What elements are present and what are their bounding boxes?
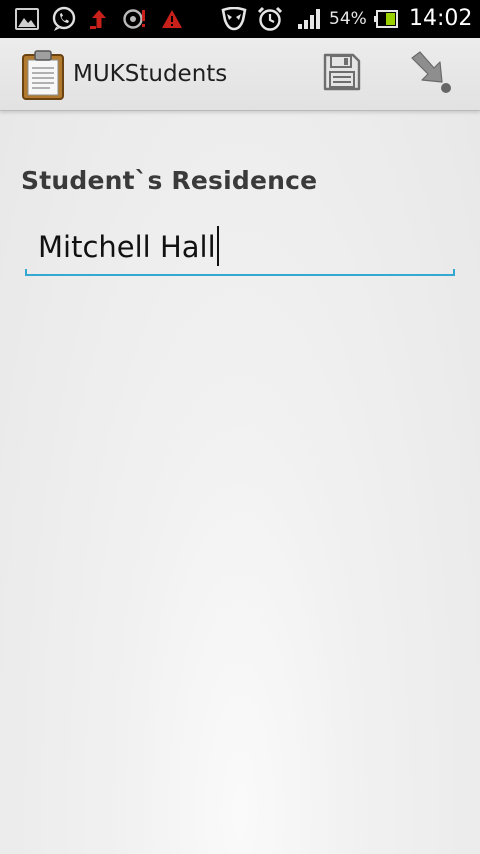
action-bar: MUKStudents	[0, 38, 480, 111]
status-bar: 54% 14:02	[0, 0, 480, 38]
residence-input[interactable]: Mitchell Hall	[25, 222, 455, 276]
upload-arrow-icon	[88, 0, 110, 38]
signal-icon	[296, 0, 322, 38]
battery-percent: 54%	[329, 9, 367, 29]
status-time: 14:02	[409, 6, 473, 31]
alarm-clock-icon	[256, 0, 284, 38]
input-underline	[25, 274, 455, 276]
download-icon	[408, 50, 454, 98]
battery-icon	[373, 0, 399, 38]
input-underline-left-tick	[25, 269, 27, 276]
alien-icon	[220, 0, 248, 38]
save-button[interactable]	[316, 50, 368, 98]
whatsapp-icon	[50, 0, 78, 38]
text-cursor	[216, 226, 219, 266]
warning-icon	[160, 0, 184, 38]
residence-label: Student`s Residence	[21, 166, 318, 195]
app-title: MUKStudents	[73, 61, 228, 87]
chat-alert-icon	[122, 0, 148, 38]
gallery-icon	[14, 0, 40, 38]
residence-input-value: Mitchell Hall	[38, 224, 219, 270]
save-icon	[322, 52, 362, 96]
clipboard-icon[interactable]	[20, 50, 66, 100]
input-underline-right-tick	[453, 269, 455, 276]
download-button[interactable]	[402, 50, 460, 98]
